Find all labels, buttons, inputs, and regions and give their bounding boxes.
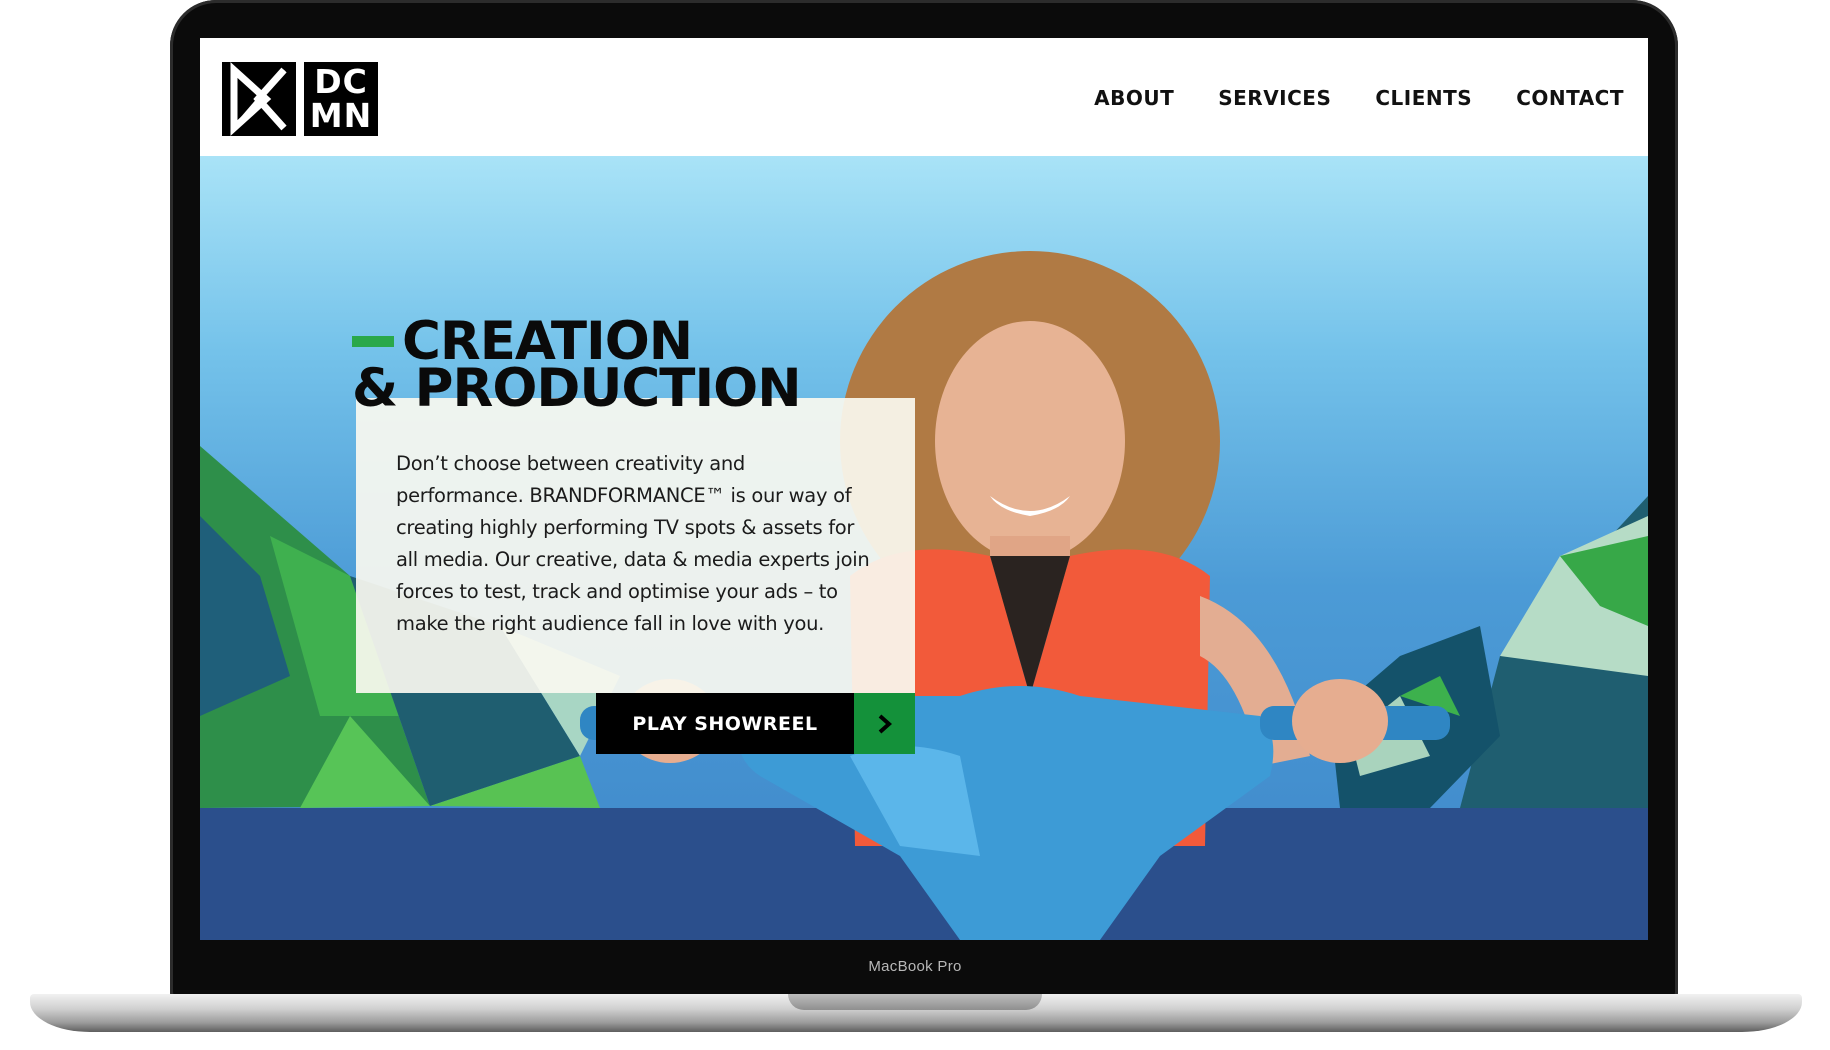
nav-about[interactable]: ABOUT	[1094, 86, 1174, 110]
hero-description: Don’t choose between creativity and perf…	[396, 452, 870, 635]
site-logo[interactable]: DC MN	[222, 62, 378, 136]
nav-clients[interactable]: CLIENTS	[1375, 86, 1472, 110]
nav-contact[interactable]: CONTACT	[1516, 86, 1624, 110]
nav-services[interactable]: SERVICES	[1218, 86, 1331, 110]
logo-mark-icon	[222, 62, 296, 136]
device-label: MacBook Pro	[868, 958, 962, 975]
site-header: DC MN ABOUT SERVICES CLIENTS CONTACT	[200, 38, 1648, 156]
chevron-right-icon	[854, 693, 915, 754]
laptop-notch	[788, 994, 1042, 1010]
logo-wordmark-line1: DC	[314, 62, 368, 101]
main-nav: ABOUT SERVICES CLIENTS CONTACT	[1094, 86, 1624, 110]
logo-wordmark-line2: MN	[309, 96, 373, 135]
play-showreel-label: PLAY SHOWREEL	[596, 693, 854, 754]
play-showreel-button[interactable]: PLAY SHOWREEL	[596, 693, 915, 754]
browser-screen: DC MN ABOUT SERVICES CLIENTS CONTACT CRE…	[200, 38, 1648, 940]
logo-wordmark: DC MN	[304, 62, 378, 136]
hero-title-line2: & PRODUCTION	[352, 358, 802, 419]
title-accent-bar	[352, 335, 394, 347]
hero-rider-face	[935, 321, 1125, 561]
hero-title: CREATION & PRODUCTION	[352, 315, 802, 415]
hero-rider-hand-right	[1292, 679, 1388, 763]
hero-section: CREATION & PRODUCTION Don’t choose betwe…	[200, 156, 1648, 940]
hero-text-card: Don’t choose between creativity and perf…	[356, 398, 915, 693]
